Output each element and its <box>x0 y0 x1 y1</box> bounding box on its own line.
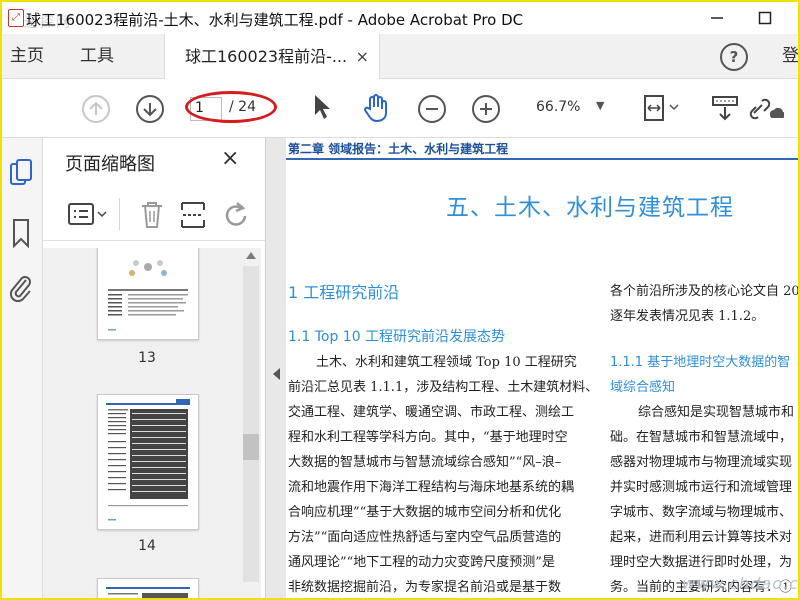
body-text-line: 理时空大数据进行即时处理，为 <box>610 555 793 570</box>
page-thumbnail[interactable] <box>97 248 199 340</box>
body-text-line: 础。在智慧城市和智慧流域中， <box>610 430 793 445</box>
hand-tool-icon[interactable] <box>362 93 390 127</box>
acrobat-window: ⤢ 道探网 球工160023程前沿-土木、水利与建筑工程.pdf - Adobe… <box>0 0 800 600</box>
thumbnail-page-label: 14 <box>138 538 156 554</box>
thumbnail-page-label: 13 <box>138 350 156 366</box>
help-icon[interactable]: ? <box>720 43 748 71</box>
body-text-line: 综合感知是实现智慧城市和 <box>638 405 795 420</box>
heading-1-1: 1.1 Top 10 工程研究前沿发展态势 <box>288 329 506 345</box>
heading-1: 1 工程研究前沿 <box>288 283 400 302</box>
rotate-page-icon[interactable] <box>223 200 251 234</box>
document-view[interactable]: 第二章 领域报告：土木、水利与建筑工程 五、土木、水利与建筑工程 1 工程研究前… <box>286 138 798 598</box>
heading-1-1-1: 1.1.1 基于地理时空大数据的智 <box>610 355 791 370</box>
body-text-line: 合响应机理”“基于大数据的城市空间分析和优化 <box>288 505 562 520</box>
page-highlight-annotation <box>185 91 277 123</box>
tab-document[interactable]: 球工160023程前沿-... × <box>164 34 380 79</box>
body-text-line: 大数据的智慧城市与智慧流域综合感知”“风–浪– <box>288 455 562 470</box>
fit-page-icon[interactable] <box>642 93 682 127</box>
extract-page-icon[interactable] <box>179 200 207 234</box>
options-menu-icon[interactable] <box>67 202 109 232</box>
thumbnail-list: 13 14 <box>43 248 241 598</box>
body-text-line: 感器对物理城市与物理流域实现 <box>610 455 793 470</box>
body-text-line: 并实时感测城市运行和流域管理 <box>610 480 793 495</box>
navigation-rail <box>2 138 43 598</box>
title-bar: ⤢ 道探网 球工160023程前沿-土木、水利与建筑工程.pdf - Adobe… <box>2 2 798 34</box>
main-toolbar: 1 / 24 66.7% ▼ <box>2 79 798 138</box>
tab-tools[interactable]: 工具 <box>80 34 114 78</box>
close-tab-icon[interactable]: × <box>356 34 369 79</box>
body-text-line: 交通工程、建筑学、暖通空调、市政工程、测绘工 <box>288 405 575 420</box>
panel-toolbar <box>43 190 265 241</box>
body-text-line: 前沿汇总见表 1.1.1，涉及结构工程、土木建筑材料、 <box>288 380 599 395</box>
panel-divider <box>119 198 120 230</box>
page-thumbnails-icon[interactable] <box>8 158 34 192</box>
body-text-line: 方法”“面向适应性热舒适与室内空气品质营造的 <box>288 530 562 545</box>
chapter-header: 第二章 领域报告：土木、水利与建筑工程 <box>288 142 509 156</box>
select-arrow-icon[interactable] <box>312 93 332 125</box>
body-text-line: 土木、水利和建筑工程领域 Top 10 工程研究 <box>316 355 577 370</box>
tab-home[interactable]: 主页 <box>10 34 44 78</box>
collapse-left-icon[interactable] <box>273 368 280 380</box>
login-link[interactable]: 登 <box>782 34 798 78</box>
panel-collapse-handle[interactable] <box>266 138 286 598</box>
document-tab-label: 球工160023程前沿-... <box>185 47 348 66</box>
acrobat-app-icon: ⤢ <box>8 9 24 27</box>
body-text-line: 流和地震作用下海洋工程结构与海床地基系统的耦 <box>288 480 575 495</box>
tab-bar: 主页 工具 球工160023程前沿-... × ? 登 <box>2 34 798 79</box>
next-page-icon[interactable] <box>136 95 164 123</box>
heading-1-1-1-cont: 域综合感知 <box>610 380 676 395</box>
panel-title: 页面缩略图 <box>65 154 155 175</box>
page-thumbnail[interactable] <box>97 394 199 530</box>
read-mode-icon[interactable] <box>710 93 740 127</box>
zoom-out-icon[interactable] <box>418 95 446 123</box>
delete-page-icon[interactable] <box>139 200 165 234</box>
scroll-up-icon[interactable] <box>246 252 256 259</box>
share-link-icon[interactable] <box>748 93 786 127</box>
body-text-line: 逐年发表情况见表 1.1.2。 <box>610 309 765 324</box>
thumbnails-panel: 页面缩略图 × 13 14 <box>43 138 266 598</box>
bookmark-icon[interactable] <box>10 218 32 252</box>
zoom-in-icon[interactable] <box>472 95 500 123</box>
body-text-line: 通风理论”“地下工程的动力灾变跨尺度预测”是 <box>288 555 555 570</box>
page-thumbnail[interactable] <box>97 578 199 598</box>
body-text-line: 程和水利工程等学科方向。其中，“基于地理时空 <box>288 430 568 445</box>
zoom-level[interactable]: 66.7% <box>536 99 580 115</box>
thumbnail-scrollbar[interactable] <box>241 248 261 598</box>
previous-page-icon[interactable] <box>82 95 110 123</box>
maximize-icon[interactable] <box>750 6 780 30</box>
header-rule <box>286 158 798 160</box>
section-title: 五、土木、水利与建筑工程 <box>446 195 734 221</box>
window-title: 球工160023程前沿-土木、水利与建筑工程.pdf - Adobe Acrob… <box>26 11 524 29</box>
site-watermark-bottom: www.chdao.com <box>682 574 799 593</box>
body-text-line: 字城市、数字流域与物理城市、 <box>610 505 793 520</box>
body-text-line: 各个前沿所涉及的核心论文自 20 <box>610 284 798 299</box>
scrollbar-thumb[interactable] <box>243 434 259 460</box>
body-text-line: 非统数据挖掘前沿，为专家提名前沿或是基于数 <box>288 580 562 595</box>
minimize-icon[interactable] <box>702 6 732 30</box>
close-panel-icon[interactable]: × <box>221 146 239 171</box>
scrollbar-track[interactable] <box>243 266 259 582</box>
body-text-line: 起来，进而利用云计算等技术对 <box>610 530 793 545</box>
zoom-dropdown-icon[interactable]: ▼ <box>596 99 604 112</box>
attachment-icon[interactable] <box>8 272 34 308</box>
